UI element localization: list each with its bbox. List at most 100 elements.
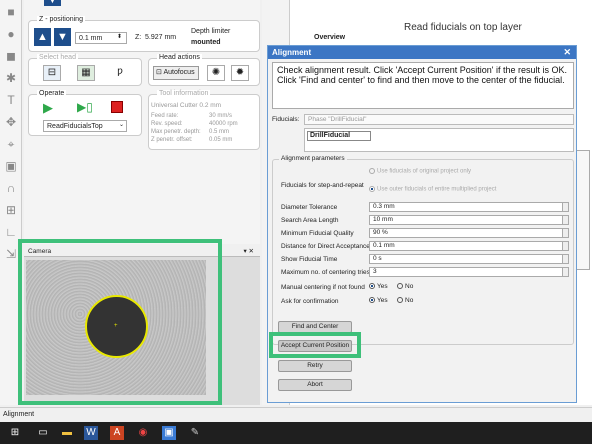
- max-centering-tries-input[interactable]: 3: [369, 267, 569, 277]
- star-tool-icon[interactable]: ✱: [4, 71, 18, 85]
- autofocus-icon: ⊡: [156, 69, 162, 76]
- fiducial-list-item[interactable]: DrillFiducial: [307, 131, 371, 141]
- show-fiducial-time-input[interactable]: 0 s: [369, 254, 569, 264]
- drill-tool-icon[interactable]: ⌖: [4, 137, 18, 151]
- select-head-panel: Select head ⊟ ▦ ƿ: [28, 54, 142, 86]
- fiducial-list[interactable]: DrillFiducial: [304, 128, 574, 152]
- dialog-title: Alignment: [272, 48, 312, 57]
- autofocus-button[interactable]: ⊡ Autofocus: [153, 66, 199, 80]
- magnet-tool-icon[interactable]: ∩: [4, 181, 18, 195]
- stop-icon[interactable]: [111, 101, 123, 113]
- param-label: Diameter Tolerance: [281, 204, 338, 211]
- paint-icon[interactable]: ✎: [188, 426, 202, 440]
- alignment-message: Check alignment result. Click 'Accept Cu…: [272, 62, 574, 109]
- spinner-icon[interactable]: [562, 216, 568, 224]
- z-up-partial-button[interactable]: ▼: [44, 0, 61, 6]
- text-tool-icon[interactable]: T: [4, 93, 18, 107]
- tool-name: Universal Cutter 0.2 mm: [151, 102, 222, 109]
- camera-window-controls[interactable]: ▾ ✕: [243, 247, 254, 255]
- select-head-title: Select head: [37, 54, 78, 61]
- step-icon[interactable]: ▶▯: [77, 100, 93, 114]
- status-text: Alignment: [3, 411, 35, 418]
- operate-panel: Operate ▶ ▶▯ ReadFiducialsTop ⌄: [28, 90, 142, 136]
- step-repeat-option-2[interactable]: Use outer fiducials of entire multiplied…: [369, 186, 496, 193]
- overview-label: Overview: [314, 34, 346, 41]
- component-tool-icon[interactable]: ▣: [4, 159, 18, 173]
- param-label: Maximum no. of centering tries: [281, 269, 370, 276]
- windows-start-icon[interactable]: ⊞: [8, 426, 22, 440]
- autofocus-label: Autofocus: [163, 69, 195, 76]
- task-view-icon[interactable]: ▭: [36, 426, 50, 440]
- step-repeat-option-1[interactable]: Use fiducials of original project only: [369, 168, 471, 175]
- radio-selected-icon: [369, 186, 375, 192]
- taskbar: ⊞ ▭ ▬ W A ◉ ▣ ✎: [0, 422, 592, 444]
- close-icon[interactable]: ✕: [563, 46, 571, 59]
- move-tool-icon[interactable]: ✥: [4, 115, 18, 129]
- tool-info-title: Tool information: [157, 90, 211, 97]
- radio-selected-icon: [369, 283, 375, 290]
- manual-yes-radio[interactable]: Yes: [369, 283, 388, 290]
- confirm-no-radio[interactable]: No: [397, 297, 413, 304]
- spinner-icon[interactable]: [562, 242, 568, 250]
- direct-acceptance-input[interactable]: 0.1 mm: [369, 241, 569, 251]
- light-off-icon[interactable]: ✹: [231, 65, 249, 81]
- spinner-icon[interactable]: [562, 268, 568, 276]
- tool-row: Z penetr. offset: 0.05 mm: [151, 137, 233, 143]
- abort-button[interactable]: Abort: [278, 379, 352, 391]
- radio-selected-icon: [369, 297, 375, 304]
- app-icon[interactable]: ▣: [162, 426, 176, 440]
- layer-tool-icon[interactable]: ⊞: [4, 203, 18, 217]
- rectangle-tool-icon[interactable]: ■: [4, 5, 18, 19]
- param-label: Minimum Fiducial Quality: [281, 230, 354, 237]
- status-bar: Alignment: [0, 407, 592, 422]
- param-label: Distance for Direct Acceptance: [281, 243, 370, 250]
- operation-select[interactable]: ReadFiducialsTop: [43, 120, 127, 132]
- measure-tool-icon[interactable]: ∟: [4, 225, 18, 239]
- scale-tool-icon[interactable]: ⇲: [4, 247, 18, 261]
- operate-title: Operate: [37, 90, 67, 97]
- z-positioning-title: Z - positioning: [37, 16, 85, 23]
- spinner-icon[interactable]: [562, 255, 568, 263]
- head-dispense-icon[interactable]: ƿ: [111, 65, 129, 81]
- circle-tool-icon[interactable]: ●: [4, 27, 18, 41]
- z-up-button[interactable]: ▲: [34, 28, 51, 46]
- fiducials-label: Fiducials:: [272, 116, 300, 123]
- retry-button[interactable]: Retry: [278, 360, 352, 372]
- head-actions-title: Head actions: [157, 54, 202, 61]
- alignment-parameters-group: Alignment parameters Fiducials for step-…: [272, 155, 574, 345]
- fiducials-select[interactable]: Phase "DrillFiducial": [304, 114, 574, 125]
- step-repeat-label: Fiducials for step-and-repeat: [281, 182, 364, 189]
- control-panel: ▼ Z - positioning ▲ ▼ 0.1 mm ⬍ Z: 5.927 …: [24, 0, 260, 244]
- head-mill-icon[interactable]: ⊟: [43, 65, 61, 81]
- chrome-icon[interactable]: ◉: [136, 426, 150, 440]
- confirm-yes-radio[interactable]: Yes: [369, 297, 388, 304]
- manual-no-radio[interactable]: No: [397, 283, 413, 290]
- chevron-down-icon[interactable]: ⌄: [119, 121, 124, 128]
- word-icon[interactable]: W: [84, 426, 98, 440]
- tool-row: Feed rate: 30 mm/s: [151, 113, 233, 119]
- diameter-tolerance-input[interactable]: 0.3 mm: [369, 202, 569, 212]
- accept-highlight-frame: [269, 332, 361, 358]
- start-icon[interactable]: ▶: [43, 100, 53, 116]
- params-title: Alignment parameters: [279, 155, 347, 162]
- tool-rows: Feed rate: 30 mm/s Rev. speed: 40000 rpm M…: [151, 112, 238, 144]
- min-fiducial-quality-input[interactable]: 90 %: [369, 228, 569, 238]
- camera-highlight-frame: [18, 239, 222, 405]
- spinner-icon[interactable]: [562, 203, 568, 211]
- z-down-button[interactable]: ▼: [54, 28, 71, 46]
- pdf-icon[interactable]: A: [110, 426, 124, 440]
- light-on-icon[interactable]: ✺: [207, 65, 225, 81]
- depth-limiter-label: Depth limiter: [191, 28, 231, 35]
- file-explorer-icon[interactable]: ▬: [60, 426, 74, 440]
- spinner-icon[interactable]: [562, 229, 568, 237]
- param-label: Search Area Length: [281, 217, 339, 224]
- depth-limiter-value: mounted: [191, 39, 221, 46]
- radio-icon: [369, 168, 375, 174]
- head-camera-icon[interactable]: ▦: [77, 65, 95, 81]
- search-area-length-input[interactable]: 10 mm: [369, 215, 569, 225]
- radio-icon: [397, 283, 403, 290]
- z-step-spinner-icon[interactable]: ⬍: [117, 33, 122, 40]
- pad-tool-icon[interactable]: ◼: [4, 49, 18, 63]
- radio-icon: [397, 297, 403, 304]
- head-actions-panel: Head actions ⊡ Autofocus ✺ ✹: [148, 54, 260, 86]
